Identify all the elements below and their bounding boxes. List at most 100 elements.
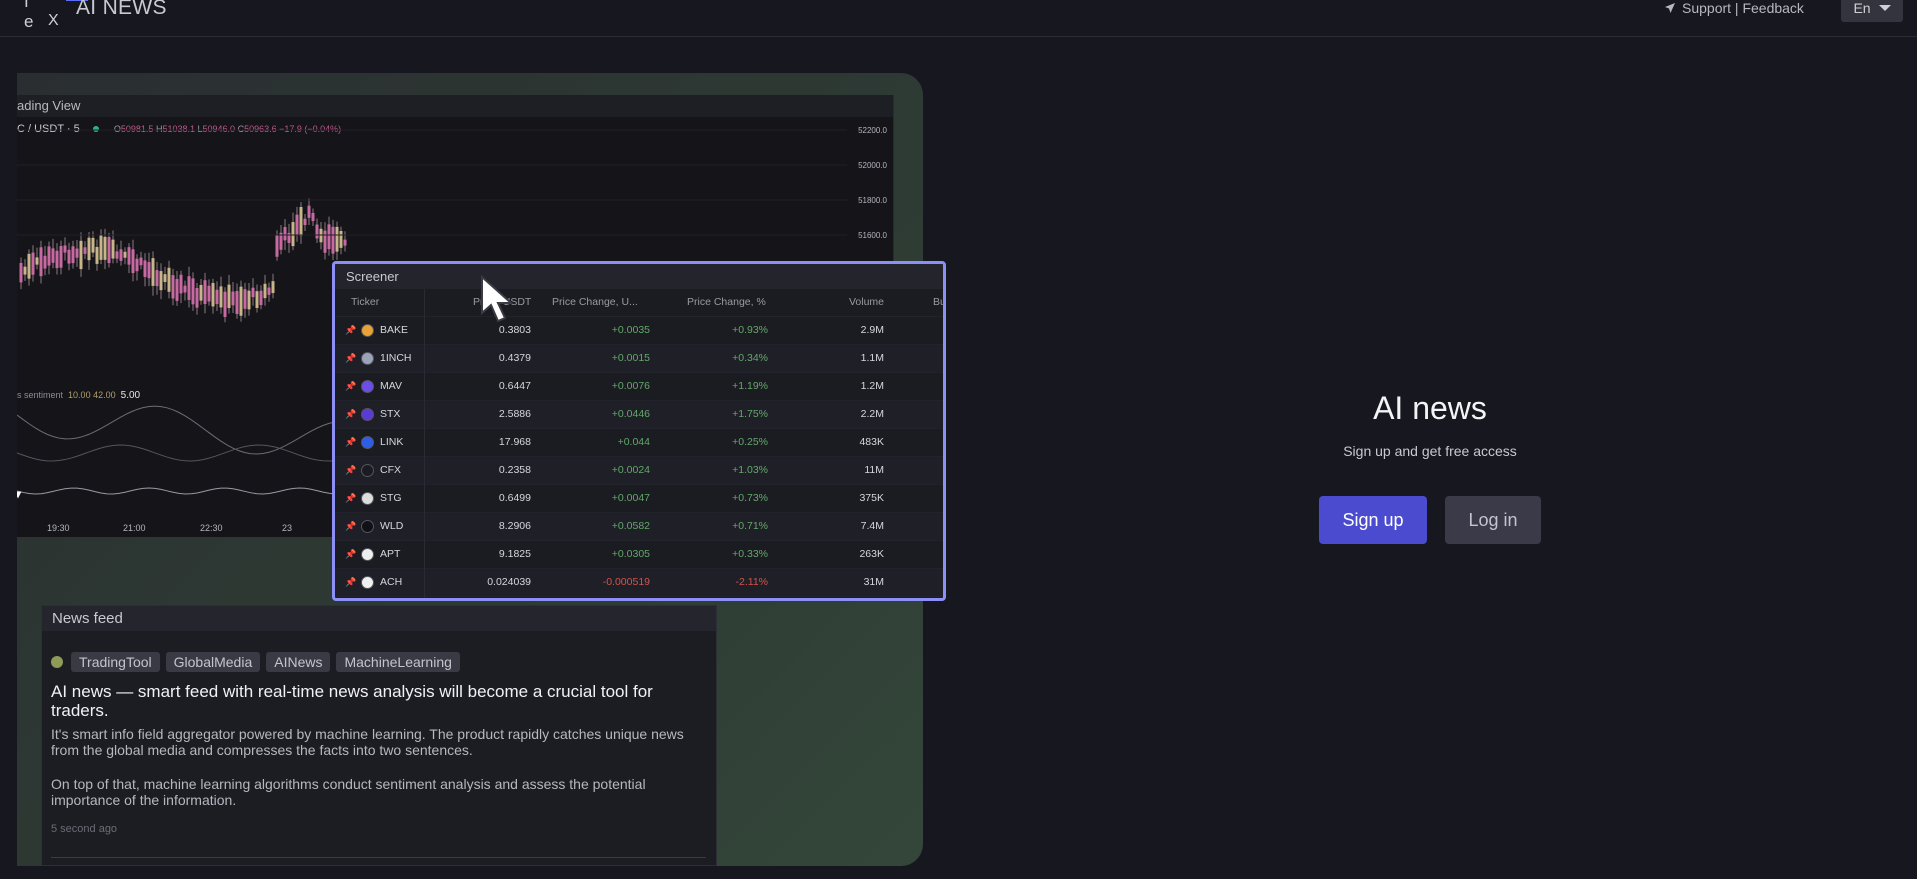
logo[interactable]: I e X xyxy=(22,0,88,32)
news-tags: TradingTool GlobalMedia AINews MachineLe… xyxy=(51,652,460,672)
candle-body xyxy=(151,258,155,286)
candle-body xyxy=(259,290,263,305)
table-row[interactable]: 📌 LUNA2 0.6627 +0.0062 +0.94% 905K xyxy=(335,596,943,598)
candle-body xyxy=(335,226,339,252)
price-change-cell: +0.0024 xyxy=(611,464,650,476)
table-row[interactable]: 📌 STX 2.5886 +0.0446 +1.75% 2.2M xyxy=(335,400,943,428)
candle-body xyxy=(107,237,111,264)
price-cell: 0.6627 xyxy=(499,597,531,598)
price-change-cell: +0.0047 xyxy=(611,492,650,504)
price-change-percent-cell: +0.33% xyxy=(732,548,768,560)
candle-body xyxy=(219,286,223,308)
pin-icon[interactable]: 📌 xyxy=(345,345,356,372)
volume-cell: 2.2M xyxy=(860,408,884,420)
candle-body xyxy=(43,255,47,269)
support-feedback-link[interactable]: Support | Feedback xyxy=(1664,0,1804,16)
column-header[interactable]: Buy xyxy=(933,289,943,316)
language-value: En xyxy=(1853,0,1871,16)
candle-body xyxy=(307,205,311,218)
pin-icon[interactable]: 📌 xyxy=(345,457,356,484)
price-cell: 8.2906 xyxy=(498,520,531,532)
pin-icon[interactable]: 📌 xyxy=(345,513,356,540)
table-row[interactable]: 📌 MAV 0.6447 +0.0076 +1.19% 1.2M xyxy=(335,372,943,400)
candle-body xyxy=(179,274,183,294)
candle-body xyxy=(263,283,267,299)
news-headline[interactable]: AI news — smart feed with real-time news… xyxy=(51,682,711,720)
tag[interactable]: MachineLearning xyxy=(336,652,460,672)
tag[interactable]: GlobalMedia xyxy=(165,652,261,672)
candle-body xyxy=(23,266,27,275)
pin-icon[interactable]: 📌 xyxy=(345,569,356,596)
candle-body xyxy=(231,291,235,306)
sign-up-button[interactable]: Sign up xyxy=(1319,496,1427,544)
time-tick: 22:30 xyxy=(200,523,223,533)
candle-body xyxy=(255,291,259,308)
candle-body xyxy=(291,222,295,247)
table-row[interactable]: 📌 ACH 0.024039 -0.000519 -2.11% 31M xyxy=(335,568,943,596)
mouse-cursor-icon xyxy=(481,275,514,323)
candle-body xyxy=(175,279,179,301)
candle-body xyxy=(131,249,135,274)
price-cell: 17.968 xyxy=(498,436,531,448)
ticker-cell: STG xyxy=(380,492,402,504)
pin-icon[interactable]: 📌 xyxy=(345,485,356,512)
candle-body xyxy=(83,247,87,254)
candle-body xyxy=(143,260,147,277)
cta-title: AI news xyxy=(1373,390,1487,426)
pin-icon[interactable]: 📌 xyxy=(345,597,356,598)
candle-body xyxy=(91,237,95,253)
candle-body xyxy=(75,248,79,258)
ticker-cell: WLD xyxy=(380,520,404,532)
coin-icon xyxy=(361,324,374,337)
news-paragraph: It's smart info field aggregator powered… xyxy=(51,726,684,758)
table-row[interactable]: 📌 WLD 8.2906 +0.0582 +0.71% 7.4M xyxy=(335,512,943,540)
top-bar: I e X AI NEWS Support | Feedback En xyxy=(0,0,1917,37)
tradingview-logo-icon: ▾ xyxy=(17,487,22,501)
table-row[interactable]: 📌 BAKE 0.3803 +0.0035 +0.93% 2.9M xyxy=(335,316,943,344)
table-row[interactable]: 📌 LINK 17.968 +0.044 +0.25% 483K xyxy=(335,428,943,456)
log-in-button[interactable]: Log in xyxy=(1445,496,1541,544)
candle-body xyxy=(19,262,23,283)
ticker-cell: CFX xyxy=(380,464,401,476)
table-row[interactable]: 📌 1INCH 0.4379 +0.0015 +0.34% 1.1M xyxy=(335,344,943,372)
candle-body xyxy=(339,230,343,248)
screener-widget: Screener Ticker Price, USDT Price Change… xyxy=(332,261,946,601)
brand-name[interactable]: AI NEWS xyxy=(76,0,167,20)
price-change-cell: +0.0582 xyxy=(611,520,650,532)
support-feedback-label: Support | Feedback xyxy=(1682,0,1804,16)
column-header[interactable]: Price Change, % xyxy=(687,289,766,316)
table-row[interactable]: 📌 CFX 0.2358 +0.0024 +1.03% 11M xyxy=(335,456,943,484)
candle-body xyxy=(119,249,123,261)
volume-cell: 7.4M xyxy=(860,520,884,532)
price-change-cell: +0.0446 xyxy=(611,408,650,420)
price-change-cell: -0.000519 xyxy=(602,576,650,588)
price-change-cell: +0.0062 xyxy=(612,597,650,598)
candle-body xyxy=(319,228,323,243)
pin-icon[interactable]: 📌 xyxy=(345,317,356,344)
table-row[interactable]: 📌 APT 9.1825 +0.0305 +0.33% 263K xyxy=(335,540,943,568)
tag[interactable]: AINews xyxy=(266,652,331,672)
tag[interactable]: TradingTool xyxy=(71,652,160,672)
ticker-cell: STX xyxy=(380,408,401,420)
pin-icon[interactable]: 📌 xyxy=(345,373,356,400)
logo-glyph: e xyxy=(24,12,34,31)
close-icon[interactable]: X xyxy=(48,12,59,30)
pin-icon[interactable]: 📌 xyxy=(345,429,356,456)
candle-body xyxy=(203,280,207,305)
table-row[interactable]: 📌 STG 0.6499 +0.0047 +0.73% 375K xyxy=(335,484,943,512)
pin-icon[interactable]: 📌 xyxy=(345,401,356,428)
pin-icon[interactable]: 📌 xyxy=(345,541,356,568)
price-cell: 0.6499 xyxy=(498,492,531,504)
column-header[interactable]: Ticker xyxy=(351,289,379,316)
language-select[interactable]: En xyxy=(1841,0,1903,22)
candle-body xyxy=(207,285,211,302)
candle-body xyxy=(127,247,131,265)
column-header[interactable]: Price Change, U... xyxy=(552,289,638,316)
candle-body xyxy=(167,267,171,292)
column-header[interactable]: Volume xyxy=(849,289,884,316)
candle-body xyxy=(267,287,271,295)
sentiment-line xyxy=(17,444,348,462)
candle-body xyxy=(215,289,219,305)
volume-cell: 1.1M xyxy=(860,352,884,364)
candle-body xyxy=(247,290,251,310)
